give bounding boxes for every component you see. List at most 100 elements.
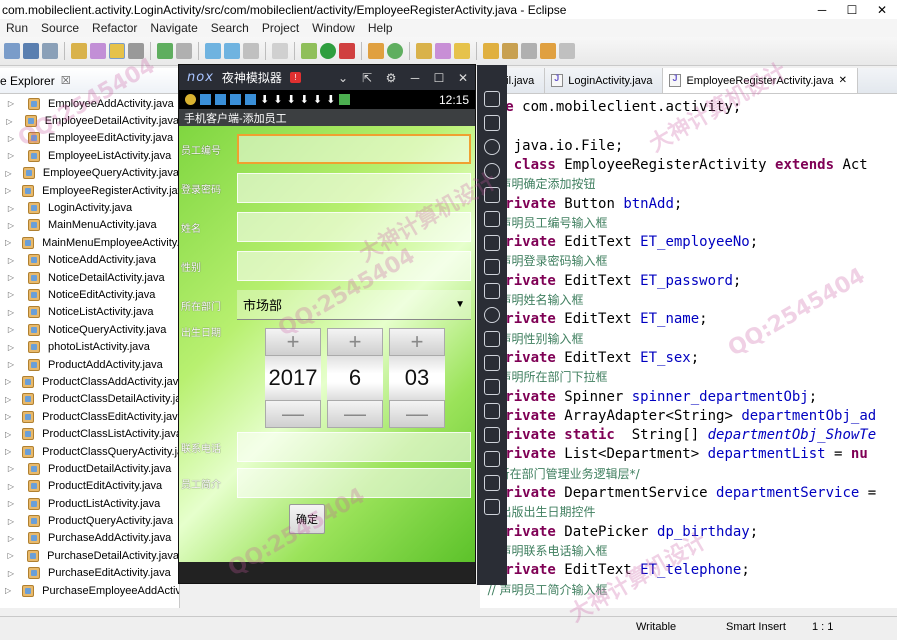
prev-annotation-icon[interactable] (502, 43, 518, 59)
expand-arrow-icon[interactable]: ▷ (5, 134, 17, 143)
expand-arrow-icon[interactable]: ▷ (5, 325, 17, 334)
menu-source[interactable]: Source (35, 21, 86, 35)
skip-icon[interactable] (272, 43, 288, 59)
submit-button[interactable]: 确定 (289, 504, 325, 534)
volume-down-icon[interactable] (484, 259, 500, 275)
tab-close-icon[interactable]: ✕ (839, 75, 847, 86)
file-list-item[interactable]: ▷ ProductClassQueryActivity.java (0, 443, 179, 460)
fullscreen-icon[interactable] (484, 211, 500, 227)
run-icon[interactable] (320, 43, 336, 59)
folder-icon[interactable] (484, 187, 500, 203)
expand-arrow-icon[interactable]: ▷ (5, 151, 17, 160)
day-decrement-button[interactable]: — (389, 400, 445, 428)
save-all-icon[interactable] (42, 43, 58, 59)
package-icon[interactable] (243, 43, 259, 59)
editor-tab[interactable]: EmployeeRegisterActivity.java ✕ (663, 68, 858, 93)
forward-icon[interactable] (559, 43, 575, 59)
file-list-item[interactable]: ▷ PurchaseDetailActivity.java (0, 547, 179, 564)
close-button[interactable]: ✕ (867, 0, 897, 19)
name-input[interactable] (237, 212, 471, 242)
file-list-item[interactable]: ▷ MainMenuActivity.java (0, 217, 179, 234)
new-class-icon[interactable] (387, 43, 403, 59)
file-list-item[interactable]: ▷ LoginActivity.java (0, 199, 179, 216)
year-value[interactable]: 2017 (265, 356, 321, 400)
code-area[interactable]: kage com.mobileclient.activity;ort java.… (480, 94, 897, 597)
file-list-item[interactable]: ▷ MainMenuEmployeeActivity.java (0, 234, 179, 251)
expand-arrow-icon[interactable]: ▷ (5, 395, 11, 404)
list-icon[interactable] (176, 43, 192, 59)
password-input[interactable] (237, 173, 471, 203)
external-tools-icon[interactable] (339, 43, 355, 59)
file-list-item[interactable]: ▷ photoListActivity.java (0, 338, 179, 355)
file-list-item[interactable]: ▷ EmployeeListActivity.java (0, 147, 179, 164)
multi-window-icon[interactable] (484, 355, 500, 371)
file-list-item[interactable]: ▷ ProductClassDetailActivity.java (0, 391, 179, 408)
more-icon[interactable] (484, 427, 500, 443)
file-list-item[interactable]: ▷ EmployeeEditActivity.java (0, 130, 179, 147)
file-list-item[interactable]: ▷ NoticeDetailActivity.java (0, 269, 179, 286)
employee-no-input[interactable] (237, 134, 471, 164)
task-icon[interactable] (205, 43, 221, 59)
expand-arrow-icon[interactable]: ▷ (5, 186, 11, 195)
menu-search[interactable]: Search (205, 21, 256, 35)
menu-help[interactable]: Help (362, 21, 400, 35)
phone-icon[interactable] (484, 91, 500, 107)
location-icon[interactable] (484, 163, 500, 179)
file-list-item[interactable]: ▷ EmployeeDetailActivity.java (0, 112, 179, 129)
scissors-icon[interactable] (484, 139, 500, 155)
home-icon[interactable] (484, 475, 500, 491)
volume-up-icon[interactable] (484, 235, 500, 251)
file-list-item[interactable]: ▷ EmployeeRegisterActivity.java (0, 182, 179, 199)
expand-arrow-icon[interactable]: ▷ (5, 447, 11, 456)
expand-arrow-icon[interactable]: ▷ (5, 273, 17, 282)
emulator-close-icon[interactable]: ✕ (451, 71, 475, 85)
record-icon[interactable] (484, 331, 500, 347)
expand-arrow-icon[interactable]: ▷ (5, 99, 17, 108)
expand-arrow-icon[interactable]: ▷ (5, 377, 11, 386)
file-list-item[interactable]: ▷ PurchaseAddActivity.java (0, 530, 179, 547)
expand-arrow-icon[interactable]: ▷ (5, 290, 17, 299)
highlight-icon[interactable] (109, 43, 125, 59)
file-list-item[interactable]: ▷ PurchaseEmployeeAddActivity.java (0, 582, 179, 599)
year-decrement-button[interactable]: — (265, 400, 321, 428)
file-list-item[interactable]: ▷ NoticeAddActivity.java (0, 252, 179, 269)
file-list-item[interactable]: ▷ ProductListActivity.java (0, 495, 179, 512)
file-list-item[interactable]: ▷ NoticeListActivity.java (0, 304, 179, 321)
month-decrement-button[interactable]: — (327, 400, 383, 428)
wizard-icon[interactable] (90, 43, 106, 59)
expand-arrow-icon[interactable]: ▷ (5, 221, 17, 230)
file-list-item[interactable]: ▷ NoticeEditActivity.java (0, 286, 179, 303)
expand-arrow-icon[interactable]: ▷ (5, 117, 14, 126)
file-list-item[interactable]: ▷ NoticeQueryActivity.java (0, 321, 179, 338)
menu-run[interactable]: Run (0, 21, 35, 35)
day-value[interactable]: 03 (389, 356, 445, 400)
menu-icon[interactable] (484, 403, 500, 419)
menu-window[interactable]: Window (306, 21, 362, 35)
expand-arrow-icon[interactable]: ▷ (5, 517, 17, 526)
menu-project[interactable]: Project (256, 21, 306, 35)
explorer-close-icon[interactable]: ☒ (61, 74, 71, 87)
next-annotation-icon[interactable] (483, 43, 499, 59)
emulator-menu-icon[interactable]: ⌄ (331, 71, 355, 85)
expand-arrow-icon[interactable]: ▷ (5, 238, 11, 247)
explorer-tab[interactable]: e Explorer ☒ (0, 68, 179, 94)
open-task-icon[interactable] (454, 43, 470, 59)
expand-arrow-icon[interactable]: ▷ (5, 499, 17, 508)
expand-arrow-icon[interactable]: ▷ (5, 204, 17, 213)
file-list-item[interactable]: ▷ EmployeeAddActivity.java (0, 95, 179, 112)
file-list-item[interactable]: ▷ ProductDetailActivity.java (0, 460, 179, 477)
emulator-maximize-icon[interactable]: ☐ (427, 71, 451, 85)
new-icon[interactable] (4, 43, 20, 59)
mark-icon[interactable] (224, 43, 240, 59)
keyboard-icon[interactable] (484, 379, 500, 395)
maximize-button[interactable]: ☐ (837, 0, 867, 19)
expand-arrow-icon[interactable]: ▷ (5, 360, 17, 369)
sex-input[interactable] (237, 251, 471, 281)
expand-arrow-icon[interactable]: ▷ (5, 343, 17, 352)
toggle-icon[interactable] (128, 43, 144, 59)
recent-apps-icon[interactable] (484, 499, 500, 515)
expand-arrow-icon[interactable]: ▷ (5, 551, 16, 560)
expand-arrow-icon[interactable]: ▷ (5, 534, 17, 543)
back-icon[interactable] (540, 43, 556, 59)
department-spinner[interactable]: 市场部 ▼ (237, 290, 471, 320)
